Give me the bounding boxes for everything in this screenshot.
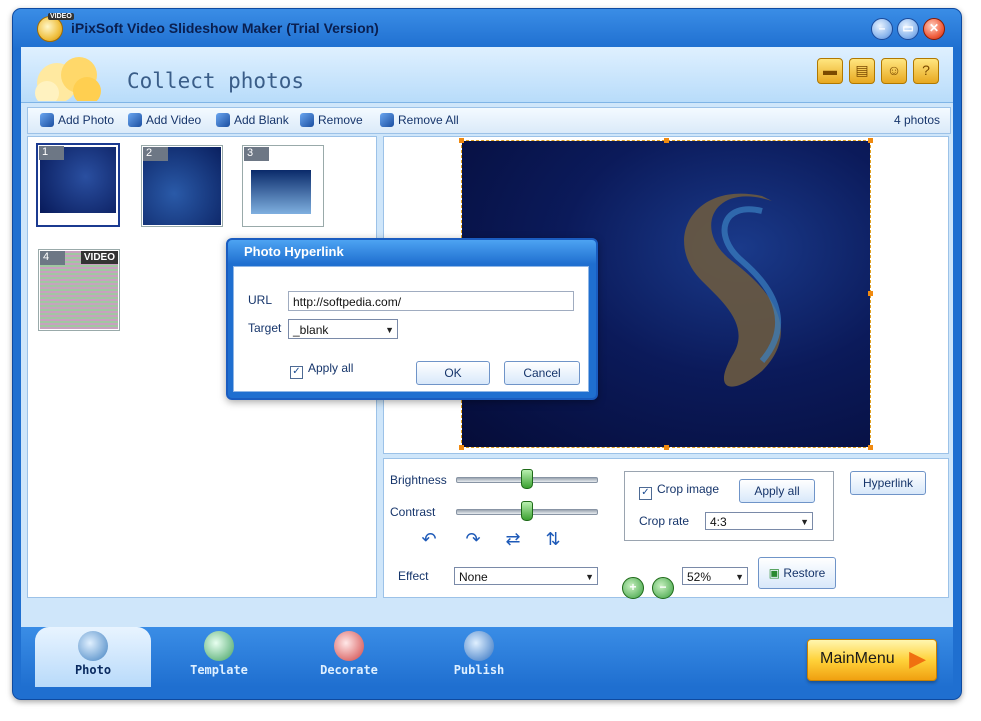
dialog-body: URL http://softpedia.com/ Target _blank ▼… xyxy=(233,266,589,392)
tab-decorate[interactable]: Decorate xyxy=(297,627,401,687)
url-label: URL xyxy=(248,293,273,307)
header: Collect photos ▬ ▤ ☺ ? xyxy=(21,47,953,103)
target-label: Target xyxy=(248,321,282,335)
video-badge: VIDEO xyxy=(80,251,118,264)
app-icon-badge: VIDEO xyxy=(48,13,74,20)
add-video-button[interactable]: Add Video xyxy=(128,113,201,129)
thumbnail-item[interactable]: 2 xyxy=(141,145,223,227)
clover-logo-icon xyxy=(35,57,101,101)
decorate-icon xyxy=(334,631,364,661)
main-menu-button[interactable]: MainMenu ▶ xyxy=(807,639,937,681)
brightness-slider-thumb[interactable] xyxy=(521,469,533,489)
flip-horizontal-icon[interactable]: ⇄ xyxy=(501,529,525,549)
add-blank-button[interactable]: Add Blank xyxy=(216,113,289,129)
thumbnail-image xyxy=(251,170,311,214)
brightness-label: Brightness xyxy=(390,473,447,487)
remove-button[interactable]: Remove xyxy=(300,113,363,129)
crop-handle[interactable] xyxy=(459,138,464,143)
restore-icon: ▣ xyxy=(768,566,784,580)
help-icon[interactable]: ? xyxy=(913,58,939,84)
dialog-title: Photo Hyperlink xyxy=(244,244,344,259)
crop-handle[interactable] xyxy=(868,291,873,296)
add-photo-icon xyxy=(40,113,54,127)
page-title: Collect photos xyxy=(127,69,305,93)
minimize-button[interactable]: – xyxy=(871,18,893,40)
adjustment-pane: Brightness Contrast Effect None ▼ ✓ Crop i… xyxy=(383,458,949,599)
contrast-slider-thumb[interactable] xyxy=(521,501,533,521)
target-select[interactable]: _blank ▼ xyxy=(288,319,398,339)
crop-group: ✓ Crop image Apply all Crop rate 4:3 ▼ xyxy=(624,471,834,541)
restore-button[interactable]: ▣ Restore xyxy=(758,557,836,589)
hyperlink-button[interactable]: Hyperlink xyxy=(850,471,926,495)
contrast-label: Contrast xyxy=(390,505,436,519)
bottom-navigation: Photo Template Decorate Publish MainMenu… xyxy=(21,627,953,687)
effect-label: Effect xyxy=(398,569,429,583)
crop-handle[interactable] xyxy=(459,445,464,450)
crop-handle[interactable] xyxy=(868,138,873,143)
title-bar[interactable]: VIDEO iPixSoft Video Slideshow Maker (Tr… xyxy=(13,9,961,47)
crop-rate-select[interactable]: 4:3 ▼ xyxy=(705,512,813,530)
zoom-in-icon[interactable]: + xyxy=(622,577,644,599)
template-icon xyxy=(204,631,234,661)
rotate-right-icon[interactable]: ↷ xyxy=(461,529,485,549)
folder-icon[interactable]: ▬ xyxy=(817,58,843,84)
tips-icon[interactable]: ☺ xyxy=(881,58,907,84)
zoom-out-icon[interactable]: − xyxy=(652,577,674,599)
checkbox-icon: ✓ xyxy=(639,487,652,500)
play-arrow-icon: ▶ xyxy=(909,646,926,671)
crop-handle[interactable] xyxy=(664,445,669,450)
photo-hyperlink-dialog: Photo Hyperlink URL http://softpedia.com… xyxy=(226,238,598,400)
crop-rate-label: Crop rate xyxy=(639,514,690,528)
photo-count: 4 photos xyxy=(893,113,940,127)
crop-handle[interactable] xyxy=(868,445,873,450)
remove-icon xyxy=(300,113,314,127)
cancel-button[interactable]: Cancel xyxy=(504,361,580,385)
tab-publish[interactable]: Publish xyxy=(427,627,531,687)
maximize-button[interactable]: ▭ xyxy=(897,18,919,40)
tab-photo[interactable]: Photo xyxy=(35,627,151,687)
photo-toolbar: Add Photo Add Video Add Blank Remove Rem… xyxy=(27,107,951,134)
app-logo-icon: VIDEO xyxy=(37,13,74,42)
flip-vertical-icon[interactable]: ⇅ xyxy=(541,529,565,549)
ok-button[interactable]: OK xyxy=(416,361,490,385)
thumbnail-item[interactable]: 1 xyxy=(36,143,120,227)
apply-all-checkbox[interactable]: ✓ Apply all xyxy=(290,361,353,379)
zoom-select[interactable]: 52% ▼ xyxy=(682,567,748,585)
crop-handle[interactable] xyxy=(664,138,669,143)
close-button[interactable]: ✕ xyxy=(923,18,945,40)
publish-icon xyxy=(464,631,494,661)
thumbnail-item[interactable]: 4 VIDEO xyxy=(38,249,120,331)
rotate-left-icon[interactable]: ↶ xyxy=(417,529,441,549)
remove-all-button[interactable]: Remove All xyxy=(380,113,459,129)
thumbnail-item[interactable]: 3 xyxy=(242,145,324,227)
add-video-icon xyxy=(128,113,142,127)
effect-select[interactable]: None ▼ xyxy=(454,567,598,585)
window-title: iPixSoft Video Slideshow Maker (Trial Ve… xyxy=(71,20,379,36)
apply-all-button[interactable]: Apply all xyxy=(739,479,815,503)
crop-image-checkbox[interactable]: ✓ Crop image xyxy=(639,482,719,500)
add-blank-icon xyxy=(216,113,230,127)
checkbox-icon: ✓ xyxy=(290,366,303,379)
save-icon[interactable]: ▤ xyxy=(849,58,875,84)
url-input[interactable]: http://softpedia.com/ xyxy=(288,291,574,311)
add-photo-button[interactable]: Add Photo xyxy=(40,113,114,129)
tab-template[interactable]: Template xyxy=(167,627,271,687)
photo-icon xyxy=(78,631,108,661)
remove-all-icon xyxy=(380,113,394,127)
